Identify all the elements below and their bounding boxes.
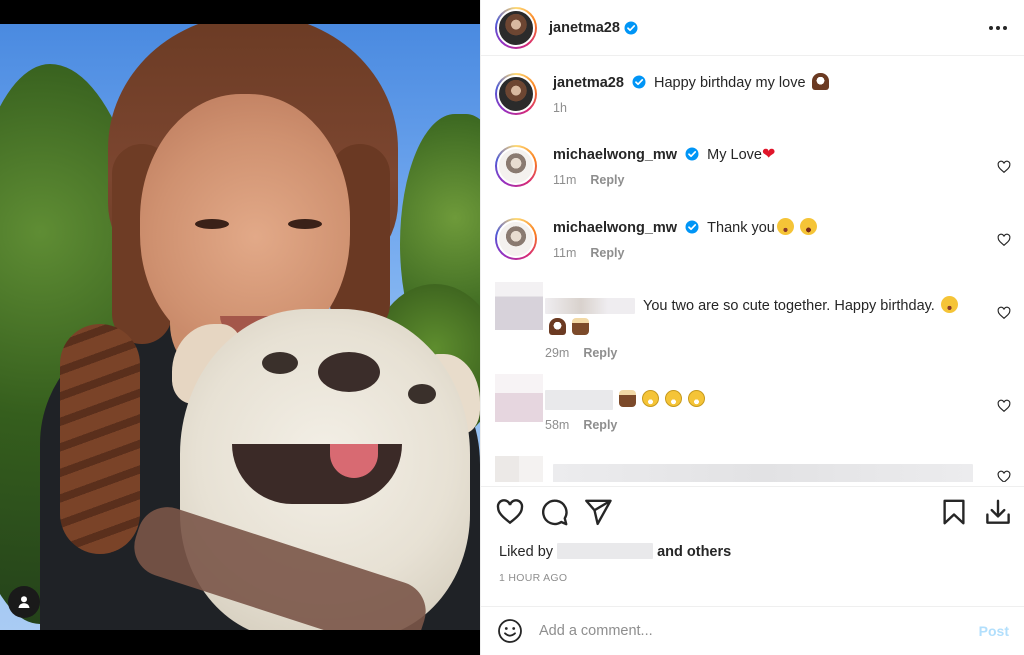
heart-icon[interactable] [495, 497, 525, 527]
grinning-emoji-icon [688, 390, 706, 407]
comment-text: My Love [707, 147, 762, 163]
verified-badge-icon [624, 21, 638, 34]
reply-button[interactable]: Reply [583, 346, 617, 360]
redacted-avatar[interactable] [495, 374, 543, 422]
comment-avatar[interactable] [495, 218, 537, 260]
photo-dog-eye [262, 352, 298, 374]
like-comment-heart-icon[interactable] [997, 306, 1011, 320]
like-comment-heart-icon[interactable] [997, 160, 1011, 174]
photo-braid [60, 324, 140, 554]
post-button[interactable]: Post [979, 623, 1009, 639]
comment-text: Thank you [707, 220, 775, 236]
red-heart-emoji-icon: ❤ [761, 146, 776, 163]
cake-emoji-icon [572, 318, 590, 335]
comment-time[interactable]: 11m [553, 173, 576, 187]
verified-badge-icon [632, 75, 646, 89]
comment-time[interactable]: 29m [545, 346, 569, 360]
action-bar [481, 486, 1024, 536]
comment-text: You two are so cute together. Happy birt… [643, 298, 935, 314]
cake-emoji-icon [619, 390, 637, 407]
liked-by: Liked by and others [499, 543, 731, 560]
tagged-users-button[interactable] [8, 586, 40, 618]
download-icon[interactable] [983, 497, 1013, 527]
smiley-icon[interactable] [497, 618, 523, 644]
photo-pane [0, 0, 480, 655]
redacted-avatar[interactable] [495, 456, 543, 482]
post-header: janetma28 [481, 0, 1024, 56]
photo-dog-eye [408, 384, 436, 404]
photo-dog-nose [318, 352, 380, 392]
comment-time[interactable]: 58m [545, 418, 569, 432]
bookmark-icon[interactable] [939, 497, 969, 527]
grinning-emoji-icon [665, 390, 683, 407]
post-side-panel: janetma28 janetma28 Happy birthday my lo… [480, 0, 1024, 655]
squinting-emoji-icon [799, 218, 817, 235]
others-link[interactable]: and others [657, 544, 731, 560]
comment-avatar[interactable] [495, 145, 537, 187]
reply-button[interactable]: Reply [590, 246, 624, 260]
redacted-username [545, 298, 635, 315]
comment-username[interactable]: michaelwong_mw [553, 147, 677, 163]
face-emoji-icon [549, 318, 566, 335]
post-timestamp[interactable]: 1 HOUR AGO [499, 572, 567, 584]
redacted-liker[interactable] [557, 543, 654, 559]
more-horizontal-icon [989, 25, 993, 30]
author-avatar[interactable] [495, 6, 537, 49]
photo-eye [195, 219, 229, 229]
comments-list[interactable]: janetma28 Happy birthday my love 1h mich… [481, 56, 1024, 482]
grinning-emoji-icon [642, 390, 660, 407]
verified-badge-icon [685, 220, 699, 234]
caption-avatar[interactable] [495, 73, 537, 115]
like-comment-heart-icon[interactable] [997, 233, 1011, 247]
caption-username[interactable]: janetma28 [553, 75, 624, 91]
reply-button[interactable]: Reply [583, 418, 617, 432]
caption-text: Happy birthday my love [654, 75, 806, 91]
comment-time[interactable]: 11m [553, 246, 576, 260]
heart-eyes-emoji-icon [940, 296, 958, 313]
comment-composer: Post [481, 606, 1024, 655]
send-icon[interactable] [583, 497, 613, 527]
author-username[interactable]: janetma28 [549, 20, 620, 36]
user-icon [18, 596, 30, 608]
like-comment-heart-icon[interactable] [997, 399, 1011, 413]
liked-by-prefix: Liked by [499, 544, 554, 560]
reply-button[interactable]: Reply [590, 173, 624, 187]
redacted-avatar[interactable] [495, 282, 543, 330]
more-options-button[interactable] [989, 25, 1007, 30]
redacted-comment-text [553, 464, 973, 482]
comment-username[interactable]: michaelwong_mw [553, 220, 677, 236]
comment-icon[interactable] [539, 497, 569, 527]
redacted-username [545, 390, 613, 411]
comment-input[interactable] [539, 623, 979, 639]
photo-eye [288, 219, 322, 229]
like-comment-heart-icon[interactable] [997, 470, 1011, 482]
post-photo[interactable] [0, 24, 480, 630]
face-emoji-icon [811, 73, 829, 90]
caption-time[interactable]: 1h [553, 101, 567, 115]
verified-badge-icon [685, 147, 699, 161]
heart-eyes-emoji-icon [776, 218, 794, 235]
post-modal: janetma28 janetma28 Happy birthday my lo… [0, 0, 1024, 655]
